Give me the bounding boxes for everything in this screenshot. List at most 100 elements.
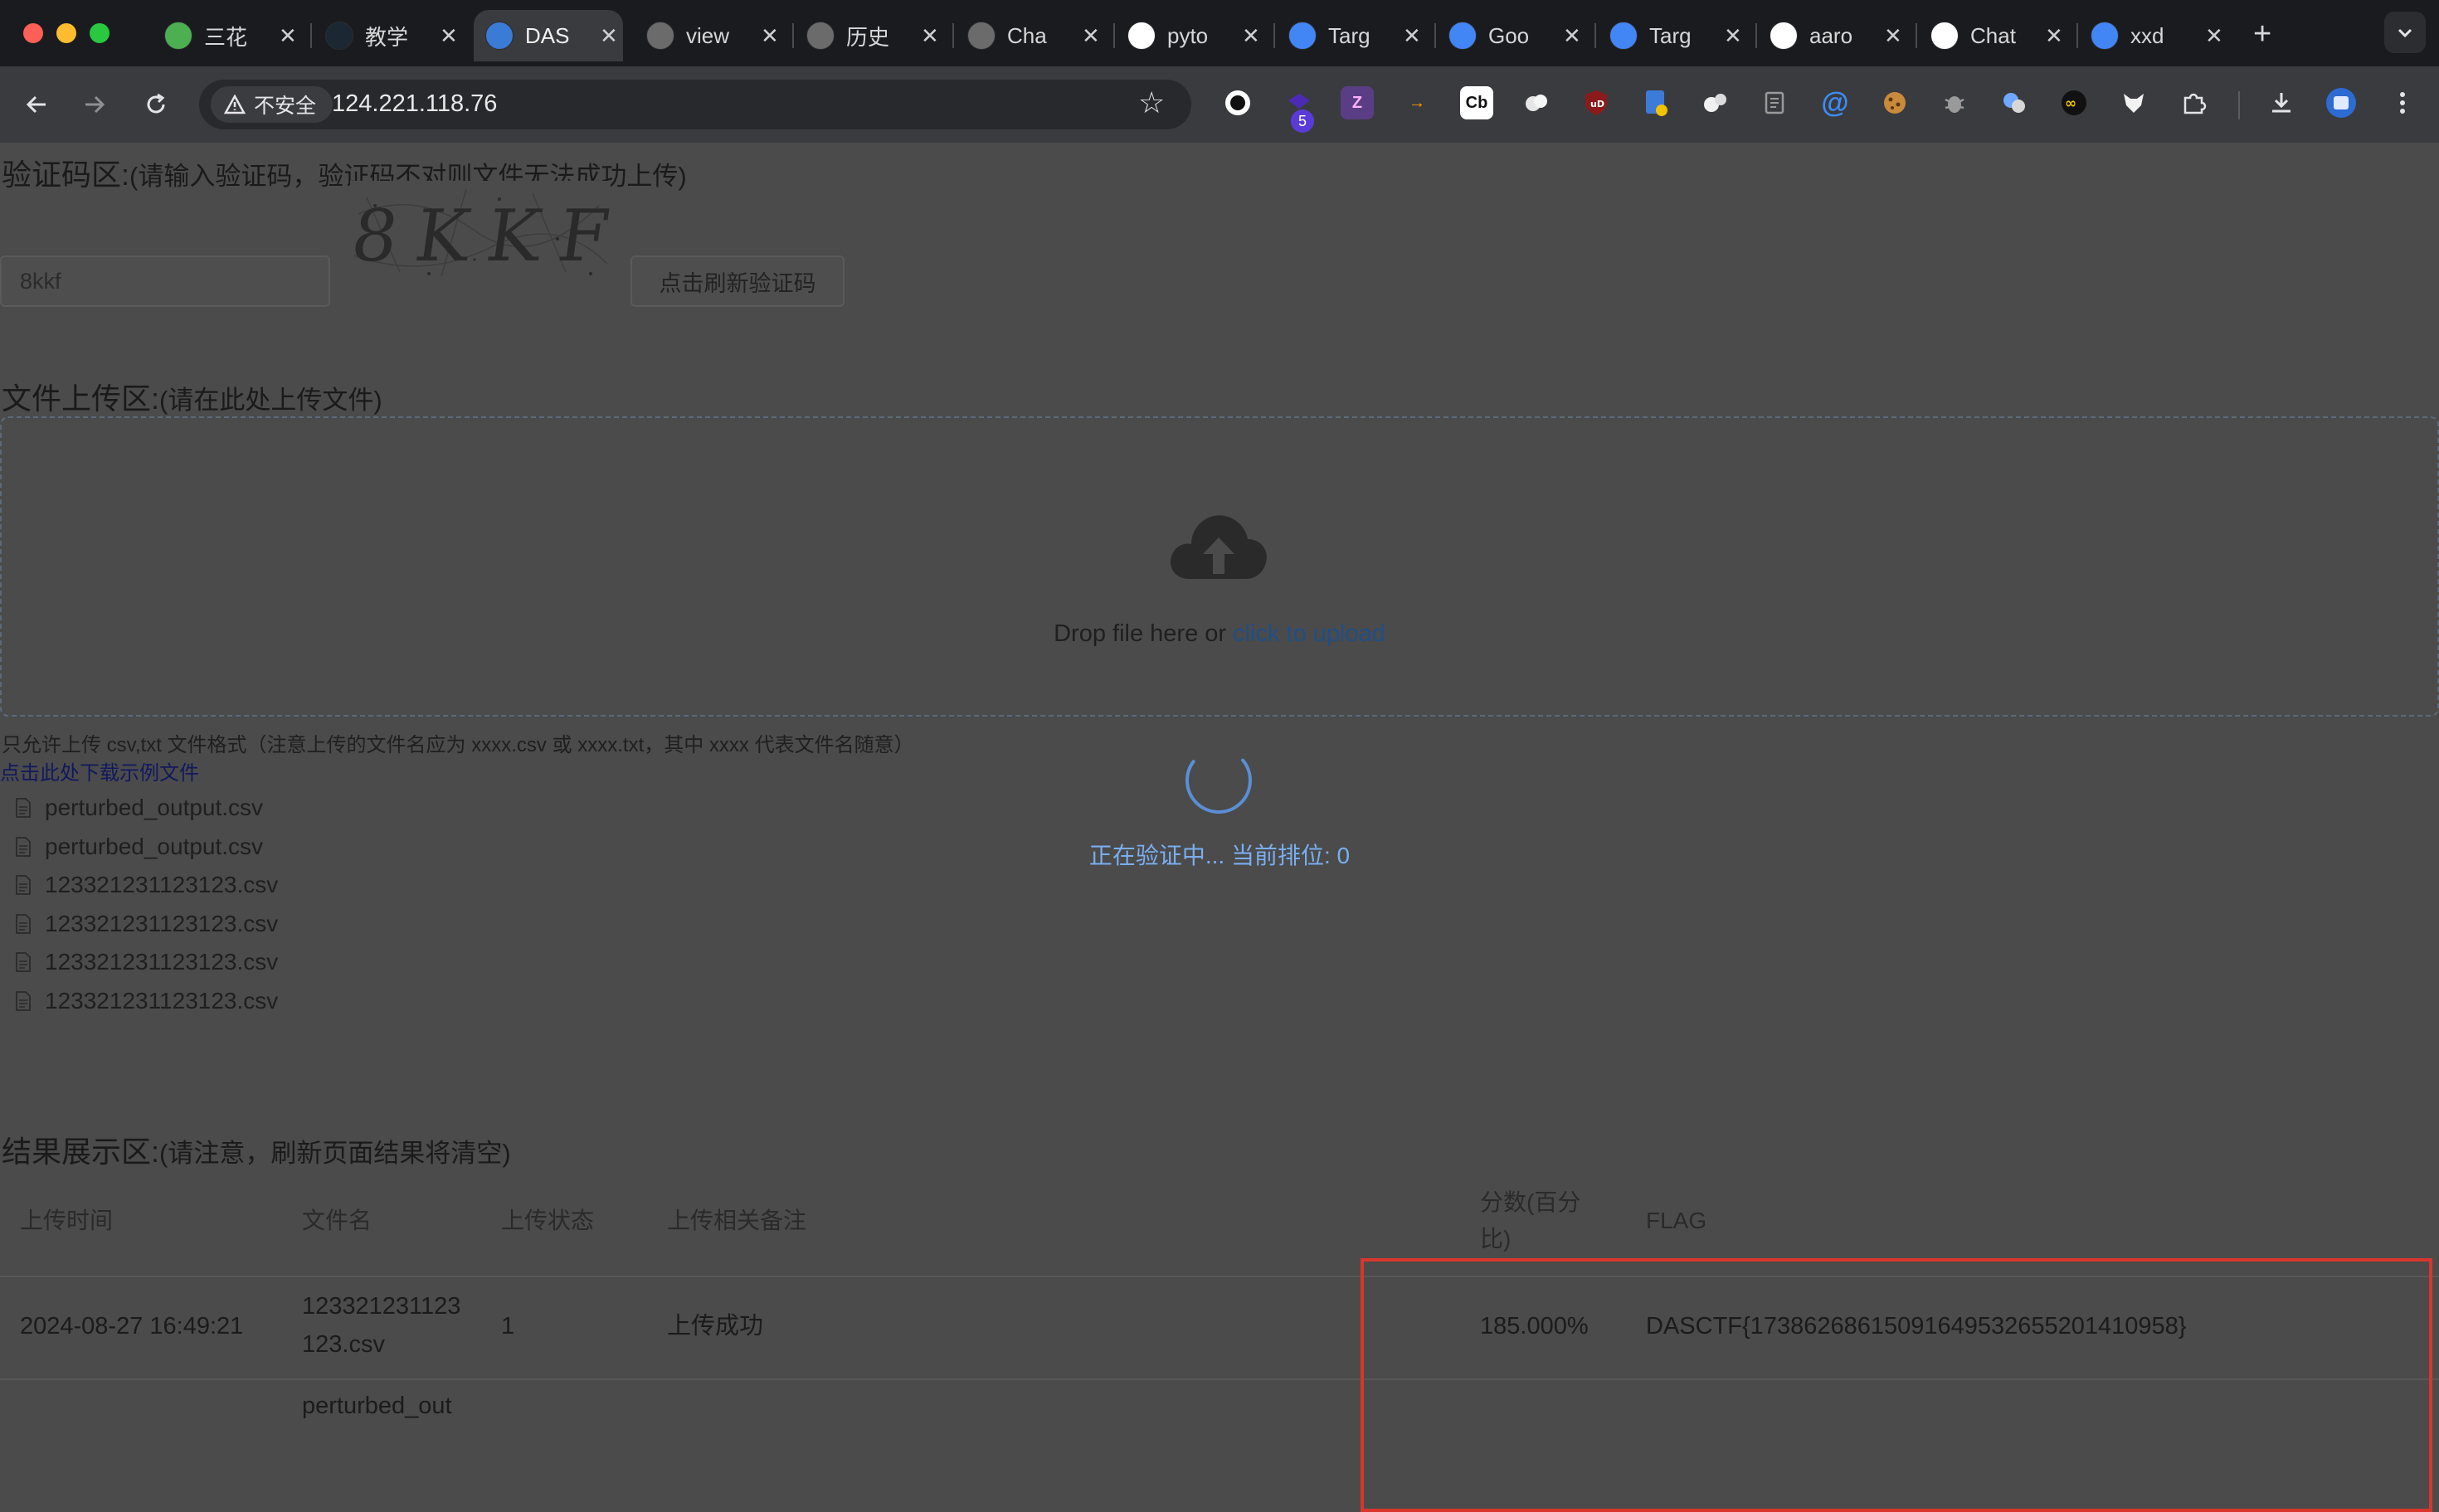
captcha-image[interactable]: 8KKF xyxy=(350,181,611,285)
tab-8[interactable]: Targ ✕ xyxy=(1277,10,1426,61)
openai-icon xyxy=(1930,22,1959,50)
file-list-item[interactable]: 123321231123123.csv xyxy=(15,906,278,942)
toolbar-divider xyxy=(2238,91,2240,119)
tab-11[interactable]: aaro ✕ xyxy=(1758,10,1907,61)
results-section-title: 结果展示区:(请注意，刷新页面结果将清空) xyxy=(2,1128,511,1171)
at-extension-icon[interactable]: @ xyxy=(1818,86,1852,119)
tab-label: Targ xyxy=(1328,22,1370,48)
tab-1[interactable]: 三花 ✕ xyxy=(153,10,302,61)
amazon-extension-icon[interactable]: → xyxy=(1400,86,1434,119)
refresh-captcha-button[interactable]: 点击刷新验证码 xyxy=(630,255,845,307)
minimize-window-button[interactable] xyxy=(56,23,76,43)
bookmark-star-icon[interactable]: ☆ xyxy=(1138,85,1165,120)
close-tab-icon[interactable]: ✕ xyxy=(2205,23,2223,49)
warning-icon xyxy=(224,95,246,114)
click-to-upload-link[interactable]: click to upload xyxy=(1233,620,1385,647)
close-tab-icon[interactable]: ✕ xyxy=(1884,23,1902,49)
forward-button[interactable] xyxy=(75,85,114,124)
tab-label: Chat xyxy=(1970,22,2016,48)
close-tab-icon[interactable]: ✕ xyxy=(1242,23,1260,49)
zotero-extension-icon[interactable]: Z xyxy=(1341,86,1374,119)
tab-10[interactable]: Targ ✕ xyxy=(1598,10,1747,61)
history-icon xyxy=(806,22,835,50)
close-tab-icon[interactable]: ✕ xyxy=(761,23,779,49)
fox-extension-icon[interactable] xyxy=(2117,86,2150,119)
close-tab-icon[interactable]: ✕ xyxy=(1563,23,1581,49)
bubbles-extension-icon[interactable] xyxy=(1699,86,1732,119)
row1-status: 1 xyxy=(501,1313,515,1339)
google-icon xyxy=(1288,22,1317,50)
close-tab-icon[interactable]: ✕ xyxy=(921,23,939,49)
tab-3[interactable]: DAS ✕ xyxy=(474,10,623,61)
tab-label: Cha xyxy=(1007,22,1047,48)
record-extension-icon[interactable] xyxy=(1221,86,1254,119)
cb-extension-icon[interactable]: Cb xyxy=(1460,86,1493,119)
tab-4[interactable]: view ✕ xyxy=(635,10,784,61)
col-score: 分数(百分 比) xyxy=(1480,1184,1580,1257)
arrow-right-icon xyxy=(85,95,105,114)
doc-extension-icon[interactable] xyxy=(1639,86,1672,119)
file-name: perturbed_output.csv xyxy=(45,795,264,820)
close-window-button[interactable] xyxy=(23,23,43,43)
file-list-item[interactable]: 123321231123123.csv xyxy=(15,944,278,980)
document-icon xyxy=(16,990,31,1011)
download-icon[interactable] xyxy=(2265,86,2298,119)
download-sample-link[interactable]: 点击此处下载示例文件 xyxy=(0,756,199,785)
tab-2[interactable]: 教学 ✕ xyxy=(314,10,463,61)
tab-separator xyxy=(1755,23,1757,48)
zoom-window-button[interactable] xyxy=(90,23,110,43)
file-list-item[interactable]: 123321231123123.csv xyxy=(15,867,278,903)
globe-icon xyxy=(646,22,674,50)
close-tab-icon[interactable]: ✕ xyxy=(440,23,458,49)
svg-text:uD: uD xyxy=(1590,99,1604,109)
profile-avatar-icon[interactable] xyxy=(2325,86,2358,119)
tab-label: Targ xyxy=(1649,22,1692,48)
address-bar[interactable]: 不安全 124.221.118.76 ☆ xyxy=(199,80,1191,129)
close-tab-icon[interactable]: ✕ xyxy=(2045,23,2063,49)
file-list-item[interactable]: perturbed_output.csv xyxy=(15,790,263,826)
close-tab-icon[interactable]: ✕ xyxy=(279,23,297,49)
tab-6[interactable]: Cha ✕ xyxy=(956,10,1105,61)
pages-extension-icon[interactable] xyxy=(1759,86,1792,119)
upload-title: 文件上传区: xyxy=(2,382,160,416)
captcha-title: 验证码区: xyxy=(2,158,130,192)
tab-7[interactable]: pyto ✕ xyxy=(1116,10,1265,61)
tab-label: Goo xyxy=(1488,22,1530,48)
cloud-extension-icon[interactable] xyxy=(1520,86,1553,119)
drop-text: Drop file here or xyxy=(1054,620,1234,647)
close-tab-icon[interactable]: ✕ xyxy=(1724,23,1742,49)
translate-extension-icon[interactable] xyxy=(1998,86,2031,119)
close-tab-icon[interactable]: ✕ xyxy=(1082,23,1100,49)
document-icon xyxy=(16,875,31,895)
back-button[interactable] xyxy=(17,85,56,124)
menu-dots-icon[interactable] xyxy=(2386,86,2419,119)
extensions-puzzle-icon[interactable] xyxy=(2177,86,2210,119)
cookie-extension-icon[interactable] xyxy=(1878,86,1911,119)
tab-label: aaro xyxy=(1809,22,1853,48)
file-name: 123321231123123.csv xyxy=(45,910,279,936)
bug-extension-icon[interactable] xyxy=(1938,86,1971,119)
document-icon xyxy=(16,798,31,818)
infinity-extension-icon[interactable]: ∞ xyxy=(2057,86,2091,119)
file-list-item[interactable]: 123321231123123.csv xyxy=(15,983,278,1019)
tab-search-button[interactable] xyxy=(2384,12,2426,53)
new-tab-button[interactable]: + xyxy=(2253,17,2271,52)
tab-label: 历史 xyxy=(846,24,890,50)
leaf-icon xyxy=(164,22,192,50)
tab-5[interactable]: 历史 ✕ xyxy=(795,10,944,61)
close-tab-icon[interactable]: ✕ xyxy=(600,23,618,49)
row2-filename: perturbed_out xyxy=(302,1393,452,1419)
tab-12[interactable]: Chat ✕ xyxy=(1919,10,2068,61)
results-note: (请注意，刷新页面结果将清空) xyxy=(159,1139,511,1168)
captcha-input[interactable]: 8kkf xyxy=(0,255,330,307)
reload-icon xyxy=(147,93,165,114)
security-chip[interactable]: 不安全 xyxy=(211,86,333,123)
close-tab-icon[interactable]: ✕ xyxy=(1403,23,1421,49)
tab-9[interactable]: Goo ✕ xyxy=(1437,10,1586,61)
url-text[interactable]: 124.221.118.76 xyxy=(332,90,497,118)
results-title: 结果展示区: xyxy=(2,1135,160,1169)
reload-button[interactable] xyxy=(136,85,176,124)
ublock-extension-icon[interactable]: uD xyxy=(1580,86,1613,119)
highlight-box xyxy=(1361,1258,2432,1512)
tab-13[interactable]: xxd ✕ xyxy=(2079,10,2228,61)
